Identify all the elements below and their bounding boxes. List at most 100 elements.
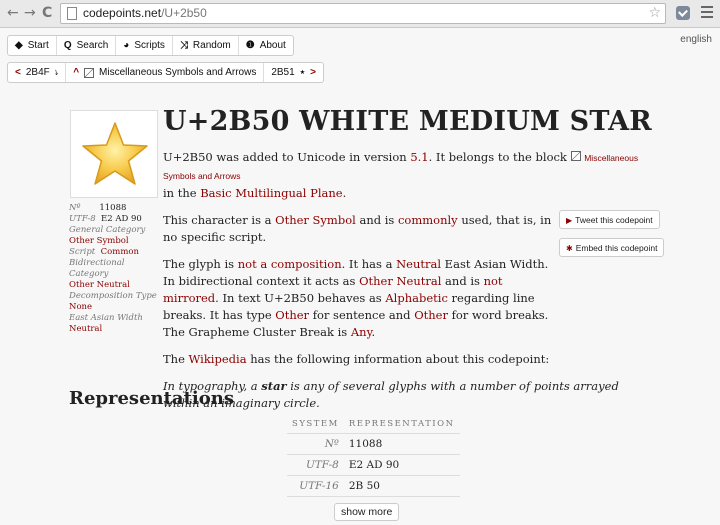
nav-about[interactable]: ❶ About — [239, 36, 293, 55]
next-code: 2B51 — [271, 67, 295, 78]
sentence-break-link[interactable]: Other — [275, 308, 309, 322]
wikipedia-link[interactable]: Wikipedia — [189, 352, 247, 366]
prop-value-link[interactable]: Common — [101, 247, 139, 257]
category-link[interactable]: Other Symbol — [275, 213, 356, 227]
wikipedia-paragraph: The Wikipedia has the following informat… — [163, 351, 558, 368]
menu-icon[interactable] — [701, 6, 713, 21]
nav-random-label: Random — [192, 40, 231, 51]
text: and is — [441, 274, 484, 288]
reload-button[interactable]: C — [42, 5, 52, 21]
system-cell: Nº — [287, 433, 344, 455]
prop-value: E2 AD 90 — [101, 214, 142, 224]
nav-search-label: Search — [76, 40, 109, 51]
text: . — [371, 325, 376, 339]
chevron-up-icon: ^ — [73, 67, 80, 78]
nav-start[interactable]: ◆ Start — [8, 36, 57, 55]
chevron-right-icon: > — [310, 67, 316, 78]
back-button[interactable]: ← — [7, 5, 19, 21]
forward-button[interactable]: → — [24, 5, 36, 21]
globe-icon: ◕ — [123, 40, 130, 51]
word-break-link[interactable]: Other — [414, 308, 448, 322]
gear-icon: ✱ — [566, 244, 573, 253]
prop-value-link[interactable]: Neutral — [69, 324, 102, 334]
address-bar[interactable]: codepoints.net/U+2b50 ☆ — [60, 3, 666, 24]
embed-button[interactable]: ✱ Embed this codepoint — [559, 238, 665, 257]
prev-code: 2B4F — [25, 67, 50, 78]
bird-icon: ▶ — [566, 216, 573, 225]
properties-paragraph: The glyph is not a composition. It has a… — [163, 256, 553, 341]
table-row: Nº 11088 — [287, 433, 460, 455]
prop-value-link[interactable]: None — [69, 302, 92, 312]
tweet-button[interactable]: ▶ Tweet this codepoint — [559, 210, 660, 229]
text: U+2B50 was added to Unicode in version — [163, 150, 411, 164]
text: The glyph is — [163, 257, 238, 271]
text: . — [342, 186, 347, 200]
table-row: UTF-8 E2 AD 90 — [287, 454, 460, 476]
white-medium-star-glyph — [82, 122, 148, 185]
nav-scripts-label: Scripts — [134, 40, 165, 51]
block-label: Miscellaneous Symbols and Arrows — [99, 67, 257, 78]
prop-label: Nº — [69, 203, 81, 213]
nav-about-label: About — [259, 40, 286, 51]
show-more-button[interactable]: show more — [334, 503, 400, 521]
next-glyph: ⭑ — [299, 67, 306, 78]
prop-value-link[interactable]: Other Symbol — [69, 236, 129, 246]
composition-link[interactable]: not a composition — [238, 257, 342, 271]
block-link[interactable]: ^ Miscellaneous Symbols and Arrows — [66, 63, 265, 82]
text: This character is a — [163, 213, 276, 227]
nav-start-label: Start — [27, 40, 49, 51]
bidi-link[interactable]: Other Neutral — [359, 274, 441, 288]
prop-label: Script — [69, 247, 96, 257]
value-cell: E2 AD 90 — [343, 454, 460, 476]
language-link[interactable]: english — [680, 34, 712, 45]
grapheme-break-link[interactable]: Any — [351, 325, 372, 339]
text: . In text U+2B50 behaves as — [215, 291, 386, 305]
script-link[interactable]: commonly — [398, 213, 458, 227]
url-text[interactable]: codepoints.net/U+2b50 — [83, 6, 207, 20]
nav-search[interactable]: Q Search — [57, 36, 117, 55]
system-cell: UTF-8 — [287, 454, 344, 476]
prev-codepoint-link[interactable]: <2B4F ⭏ — [8, 63, 67, 82]
next-codepoint-link[interactable]: 2B51 ⭑ > — [264, 63, 323, 82]
text: in the — [163, 186, 201, 200]
linebreak-link[interactable]: Alphabetic — [385, 291, 448, 305]
table-row: UTF-16 2B 50 — [287, 475, 460, 497]
text: for sentence and — [309, 308, 415, 322]
value-cell: 2B 50 — [343, 475, 460, 497]
prop-label: Decomposition Type — [69, 291, 157, 301]
shuffle-icon: ⤨ — [179, 40, 188, 51]
plane-link[interactable]: Basic Multilingual Plane — [200, 186, 342, 200]
prop-value-link[interactable]: Other Neutral — [69, 280, 130, 290]
representations-table: System Representation Nº 11088 UTF-8 E2 … — [287, 415, 460, 497]
nav-random[interactable]: ⤨ Random — [173, 36, 239, 55]
search-icon: Q — [63, 40, 72, 51]
text: star — [261, 379, 287, 393]
neutral-link[interactable]: Neutral — [396, 257, 441, 271]
representations-heading: Representations — [69, 388, 234, 409]
info-icon: ❶ — [245, 40, 255, 51]
codepoint-navigation: <2B4F ⭏ ^ Miscellaneous Symbols and Arrows… — [7, 62, 324, 83]
system-cell: UTF-16 — [287, 475, 344, 497]
embed-label: Embed this codepoint — [575, 243, 658, 253]
bookmark-star-icon[interactable]: ☆ — [648, 5, 661, 21]
nav-scripts[interactable]: ◕ Scripts — [116, 36, 173, 55]
start-icon: ◆ — [15, 40, 23, 51]
page-icon — [67, 7, 77, 20]
url-host: codepoints.net — [83, 6, 162, 20]
value-cell: 11088 — [343, 433, 460, 455]
block-icon — [84, 67, 95, 78]
description: U+2B50 was added to Unicode in version 5… — [163, 149, 638, 422]
block-icon — [570, 151, 581, 161]
prop-label: UTF-8 — [69, 214, 96, 224]
version-link[interactable]: 5.1 — [410, 150, 428, 164]
site-navigation: ◆ Start Q Search ◕ Scripts ⤨ Random ❶ About — [7, 35, 294, 56]
intro-paragraph: U+2B50 was added to Unicode in version 5… — [163, 149, 663, 202]
codepoint-properties: Nº 11088 UTF-8 E2 AD 90 General Category… — [69, 203, 169, 335]
column-header: Representation — [343, 415, 460, 434]
page-title: U+2B50 WHITE MEDIUM STAR — [163, 106, 652, 137]
text: has the following information about this… — [246, 352, 550, 366]
prop-value: 11088 — [99, 203, 127, 213]
pocket-icon[interactable] — [676, 6, 690, 20]
text: . It belongs to the block — [428, 150, 571, 164]
url-path: /U+2b50 — [161, 6, 207, 20]
